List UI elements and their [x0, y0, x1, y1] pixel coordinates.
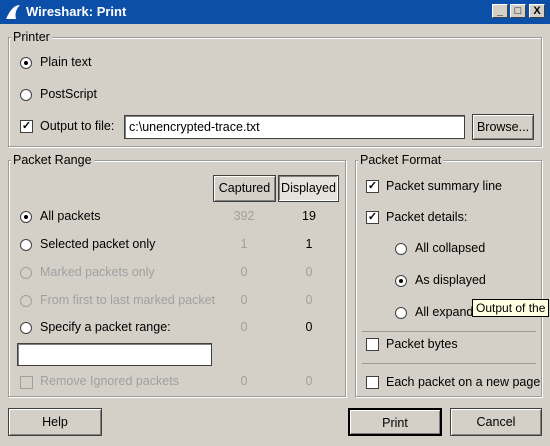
first-to-last-label: From first to last marked packet	[40, 293, 216, 307]
marked-packets-label: Marked packets only	[40, 265, 155, 279]
specify-range-radio[interactable]	[20, 322, 32, 334]
all-collapsed-radio[interactable]	[395, 243, 407, 255]
close-button[interactable]: X	[529, 4, 545, 18]
all-packets-displayed: 19	[302, 209, 316, 223]
maximize-button[interactable]: □	[510, 4, 526, 18]
plain-text-radio[interactable]	[20, 57, 32, 69]
file-path-value: c:\unencrypted-trace.txt	[129, 120, 260, 134]
marked-packets-displayed: 0	[305, 265, 313, 279]
help-button[interactable]: Help	[8, 408, 102, 436]
first-to-last-radio	[20, 295, 32, 307]
packet-range-legend: Packet Range	[11, 153, 94, 167]
plain-text-label: Plain text	[40, 55, 92, 69]
postscript-radio[interactable]	[20, 89, 32, 101]
selected-packet-captured: 1	[240, 237, 248, 251]
details-checkbox[interactable]: ✓	[366, 211, 379, 224]
selected-packet-displayed: 1	[305, 237, 313, 251]
title-bar: Wireshark: Print _ □ X	[0, 0, 550, 24]
all-packets-label: All packets	[40, 209, 101, 223]
summary-line-checkbox[interactable]: ✓	[366, 180, 379, 193]
specify-range-displayed: 0	[305, 320, 313, 334]
output-to-file-checkbox[interactable]: ✓	[20, 120, 33, 133]
wireshark-fin-icon	[6, 5, 20, 19]
output-to-file-label: Output to file:	[40, 119, 115, 133]
selected-packet-radio[interactable]	[20, 239, 32, 251]
details-label: Packet details:	[386, 210, 468, 224]
packet-range-input[interactable]	[17, 343, 212, 366]
summary-line-label: Packet summary line	[386, 179, 503, 193]
browse-button[interactable]: Browse...	[472, 114, 534, 140]
tooltip: Output of the	[472, 299, 550, 317]
as-displayed-label: As displayed	[415, 273, 486, 287]
postscript-label: PostScript	[40, 87, 97, 101]
remove-ignored-label: Remove Ignored packets	[40, 374, 179, 388]
as-displayed-radio[interactable]	[395, 275, 407, 287]
remove-ignored-captured: 0	[240, 374, 248, 388]
first-to-last-captured: 0	[240, 293, 248, 307]
first-to-last-displayed: 0	[305, 293, 313, 307]
all-packets-radio[interactable]	[20, 211, 32, 223]
packet-bytes-checkbox[interactable]	[366, 338, 379, 351]
marked-packets-radio	[20, 267, 32, 279]
selected-packet-label: Selected packet only	[40, 237, 156, 251]
packet-bytes-label: Packet bytes	[386, 337, 458, 351]
new-page-label: Each packet on a new page	[386, 375, 541, 389]
all-expanded-label: All expande	[415, 305, 481, 319]
window-title: Wireshark: Print	[26, 4, 127, 19]
print-button[interactable]: Print	[348, 408, 442, 436]
format-divider-2	[362, 363, 536, 364]
specify-range-captured: 0	[240, 320, 248, 334]
all-packets-captured: 392	[233, 209, 255, 223]
specify-range-label: Specify a packet range:	[40, 320, 171, 334]
new-page-checkbox[interactable]	[366, 376, 379, 389]
captured-toggle-button[interactable]: Captured	[213, 175, 276, 202]
file-path-input[interactable]: c:\unencrypted-trace.txt	[124, 115, 465, 139]
displayed-toggle-button[interactable]: Displayed	[278, 175, 339, 202]
remove-ignored-checkbox	[20, 376, 33, 389]
all-expanded-radio[interactable]	[395, 307, 407, 319]
format-divider	[362, 331, 536, 332]
printer-legend: Printer	[11, 30, 52, 44]
all-collapsed-label: All collapsed	[415, 241, 486, 255]
remove-ignored-displayed: 0	[305, 374, 313, 388]
packet-format-legend: Packet Format	[358, 153, 444, 167]
cancel-button[interactable]: Cancel	[450, 408, 542, 436]
marked-packets-captured: 0	[240, 265, 248, 279]
minimize-button[interactable]: _	[492, 4, 508, 18]
